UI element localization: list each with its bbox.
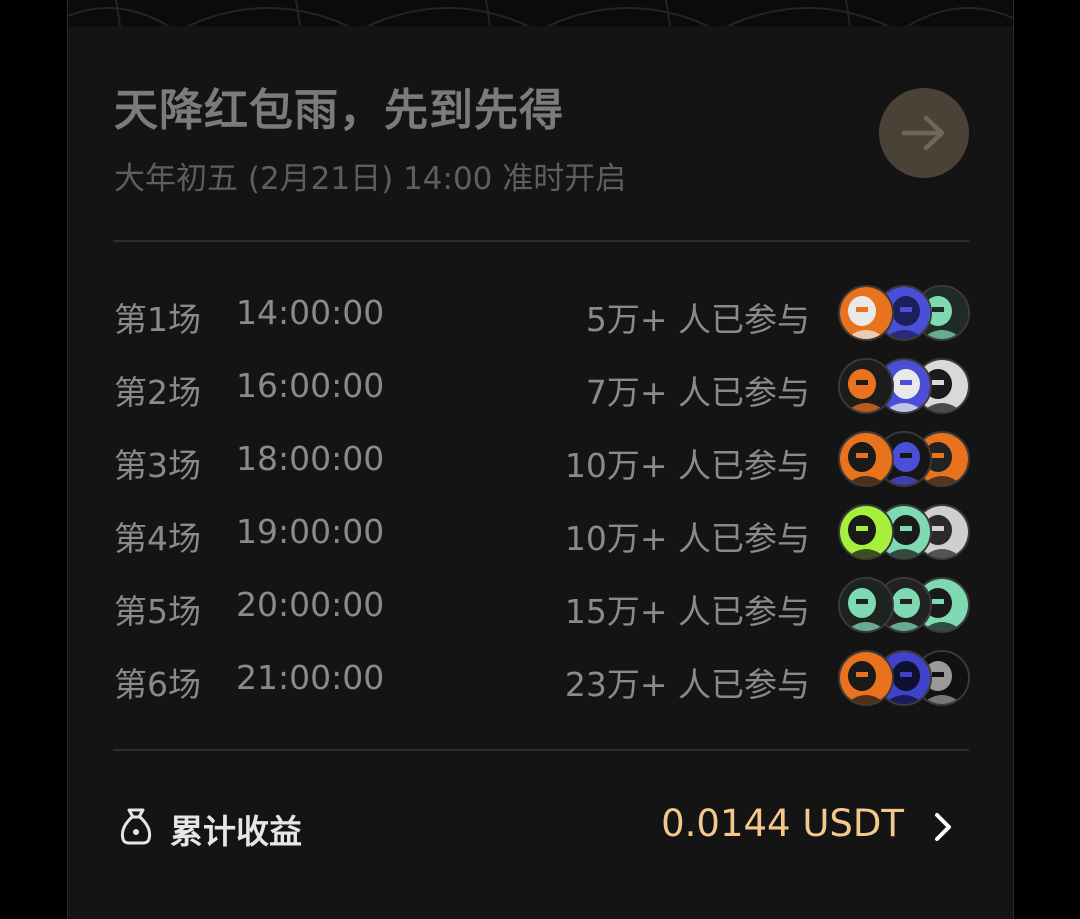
divider-bottom — [113, 749, 969, 751]
session-name: 第3场 — [114, 446, 201, 485]
money-bag-icon — [120, 808, 152, 845]
chevron-right-icon — [935, 813, 951, 841]
participant-avatars — [838, 504, 970, 560]
session-row: 第5场 20:00:00 15万+ 人已参与 — [114, 577, 970, 633]
session-row: 第2场 16:00:00 7万+ 人已参与 — [114, 358, 970, 414]
session-time: 18:00:00 — [236, 439, 385, 478]
participant-avatars — [838, 431, 970, 487]
session-row: 第6场 21:00:00 23万+ 人已参与 — [114, 650, 970, 706]
participant-avatars — [838, 358, 970, 414]
event-subtitle: 大年初五 (2月21日) 14:00 准时开启 — [114, 161, 627, 197]
session-participants: 10万+ 人已参与 — [564, 519, 810, 558]
participant-avatars — [838, 285, 970, 341]
session-row: 第1场 14:00:00 5万+ 人已参与 — [114, 285, 970, 341]
divider-top — [113, 240, 969, 242]
participant-avatars — [838, 577, 970, 633]
session-name: 第4场 — [114, 519, 201, 558]
session-name: 第6场 — [114, 665, 201, 704]
participant-avatar — [838, 431, 894, 487]
session-time: 20:00:00 — [236, 585, 385, 624]
session-name: 第1场 — [114, 300, 201, 339]
participant-avatar — [838, 285, 894, 341]
participant-avatar — [838, 358, 894, 414]
session-row: 第4场 19:00:00 10万+ 人已参与 — [114, 504, 970, 560]
arrow-right-icon — [901, 115, 945, 151]
session-time: 16:00:00 — [236, 366, 385, 405]
session-participants: 10万+ 人已参与 — [564, 446, 810, 485]
participant-avatar — [838, 577, 894, 633]
session-time: 21:00:00 — [236, 658, 385, 697]
decorative-banner — [68, 0, 1013, 26]
session-participants: 15万+ 人已参与 — [564, 592, 810, 631]
cumulative-earnings-value: 0.0144 USDT — [661, 802, 904, 845]
session-time: 14:00:00 — [236, 293, 385, 332]
session-name: 第5场 — [114, 592, 201, 631]
participant-avatar — [838, 504, 894, 560]
cumulative-earnings-label: 累计收益 — [170, 812, 302, 851]
enter-event-button[interactable] — [879, 88, 969, 178]
event-title: 天降红包雨，先到先得 — [114, 85, 564, 136]
session-participants: 5万+ 人已参与 — [585, 300, 810, 339]
participant-avatar — [838, 650, 894, 706]
participant-avatars — [838, 650, 970, 706]
session-participants: 23万+ 人已参与 — [564, 665, 810, 704]
session-participants: 7万+ 人已参与 — [585, 373, 810, 412]
session-row: 第3场 18:00:00 10万+ 人已参与 — [114, 431, 970, 487]
session-name: 第2场 — [114, 373, 201, 412]
red-packet-card: 天降红包雨，先到先得 大年初五 (2月21日) 14:00 准时开启 第1场 1… — [67, 0, 1014, 919]
cumulative-earnings-row[interactable]: 累计收益 0.0144 USDT — [114, 796, 970, 856]
session-time: 19:00:00 — [236, 512, 385, 551]
